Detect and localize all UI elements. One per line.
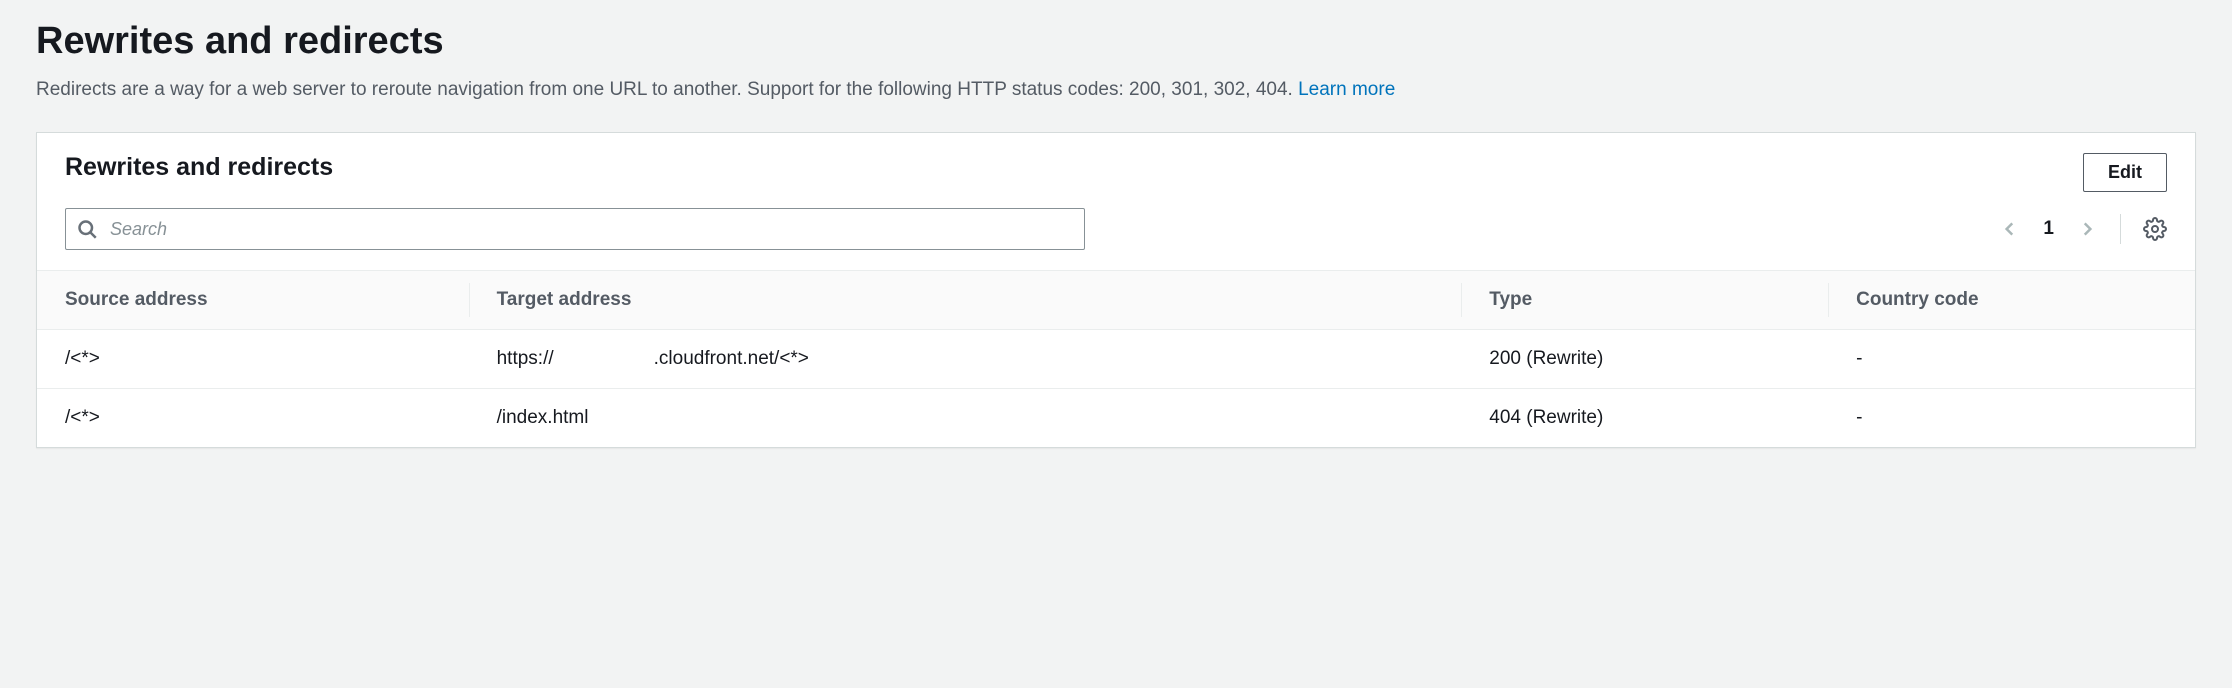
cell-target: https:// .cloudfront.net/<*> — [469, 330, 1462, 389]
target-prefix: https:// — [497, 348, 554, 370]
cell-target: /index.html — [469, 389, 1462, 448]
panel-title: Rewrites and redirects — [65, 153, 333, 182]
cell-source: /<*> — [37, 389, 469, 448]
pagination-divider — [2120, 214, 2121, 244]
col-target[interactable]: Target address — [469, 271, 1462, 330]
target-suffix: .cloudfront.net/<*> — [654, 348, 809, 370]
pagination: 1 — [1999, 214, 2167, 244]
cell-country: - — [1828, 389, 2195, 448]
col-source[interactable]: Source address — [37, 271, 469, 330]
panel-toolbar: 1 — [37, 192, 2195, 270]
search-icon — [77, 219, 97, 239]
learn-more-link[interactable]: Learn more — [1298, 79, 1395, 100]
edit-button[interactable]: Edit — [2083, 153, 2167, 193]
rewrites-panel: Rewrites and redirects Edit 1 — [36, 132, 2196, 449]
page-title: Rewrites and redirects — [36, 20, 2196, 63]
cell-source: /<*> — [37, 330, 469, 389]
cell-country: - — [1828, 330, 2195, 389]
page-description-text: Redirects are a way for a web server to … — [36, 79, 1298, 100]
cell-type: 404 (Rewrite) — [1461, 389, 1828, 448]
col-country[interactable]: Country code — [1828, 271, 2195, 330]
table-row: /<*> https:// .cloudfront.net/<*> 200 (R… — [37, 330, 2195, 389]
rewrites-table: Source address Target address Type Count… — [37, 270, 2195, 447]
target-prefix: /index.html — [497, 407, 589, 429]
page-number: 1 — [2043, 218, 2054, 240]
table-row: /<*> /index.html 404 (Rewrite) - — [37, 389, 2195, 448]
col-type[interactable]: Type — [1461, 271, 1828, 330]
chevron-right-icon[interactable] — [2076, 218, 2098, 240]
search-input[interactable] — [65, 208, 1085, 250]
cell-type: 200 (Rewrite) — [1461, 330, 1828, 389]
panel-header: Rewrites and redirects Edit — [37, 133, 2195, 193]
chevron-left-icon[interactable] — [1999, 218, 2021, 240]
page-description: Redirects are a way for a web server to … — [36, 77, 2196, 104]
table-header-row: Source address Target address Type Count… — [37, 271, 2195, 330]
search-wrapper — [65, 208, 1085, 250]
gear-icon[interactable] — [2143, 217, 2167, 241]
